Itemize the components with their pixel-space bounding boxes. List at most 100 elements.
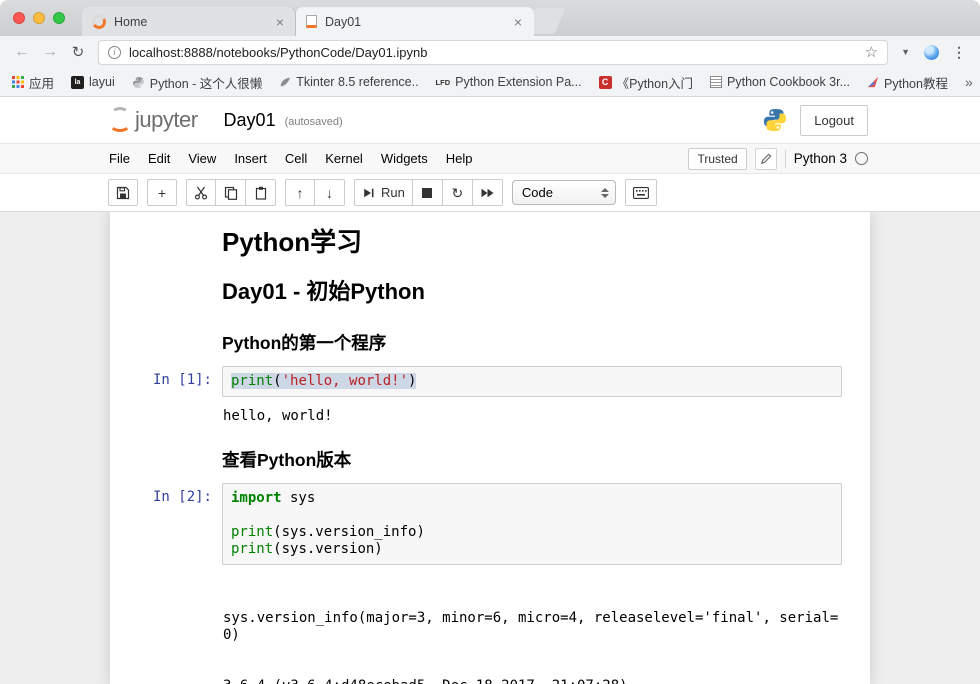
notebook-area: Python学习 Day01 - 初始Python Python的第一个程序 I… (0, 211, 980, 684)
menu-view[interactable]: View (179, 151, 225, 166)
browser-menu-icon[interactable]: ⋮ (948, 44, 970, 61)
menu-insert[interactable]: Insert (225, 151, 276, 166)
divider (785, 150, 786, 168)
fast-forward-icon (480, 187, 495, 199)
jupyter-logo-icon[interactable] (108, 107, 132, 133)
tab-strip: Home × Day01 × (0, 0, 980, 36)
empty-prompt (110, 317, 222, 356)
red-c-icon: C (599, 76, 612, 89)
bookmark-python-extension[interactable]: LFD Python Extension Pa... (436, 75, 582, 89)
menu-edit[interactable]: Edit (139, 151, 179, 166)
bookmarks-overflow-chevron[interactable]: » (965, 74, 973, 90)
markdown-cell[interactable]: Python的第一个程序 (110, 312, 870, 361)
copy-button[interactable] (216, 179, 246, 206)
back-button[interactable]: ← (10, 43, 34, 61)
browser-window: Home × Day01 × ← → ↻ i ☆ ▼ ⋮ 应用 (0, 0, 980, 684)
output-line: hello, world! (223, 408, 842, 425)
restart-kernel-button[interactable]: ↻ (443, 179, 473, 206)
empty-prompt (110, 221, 222, 259)
insert-cell-button[interactable]: + (147, 179, 177, 206)
bookmark-python-blog[interactable]: Python - 这个人很懒 (132, 73, 263, 92)
menu-widgets[interactable]: Widgets (372, 151, 437, 166)
extension-globe-icon[interactable] (924, 45, 939, 60)
command-palette-button[interactable] (625, 179, 657, 206)
bookmark-label: layui (89, 75, 115, 89)
input-prompt: In [2]: (110, 483, 222, 565)
arrow-down-icon: ↓ (326, 186, 333, 200)
page-info-icon[interactable]: i (108, 46, 121, 59)
notebook-title[interactable]: Day01 (224, 110, 276, 131)
code-cell-2[interactable]: In [2]: import sys print(sys.version_inf… (110, 478, 870, 570)
apps-grid-icon (12, 76, 24, 88)
url-input[interactable] (129, 45, 857, 60)
bookmark-python-intro[interactable]: C 《Python入门 (599, 73, 693, 92)
downloads-dropdown-icon[interactable]: ▼ (896, 47, 915, 57)
close-button[interactable] (13, 12, 25, 24)
notebook-favicon-icon (306, 15, 317, 28)
book-icon (710, 76, 722, 88)
address-bar[interactable]: i ☆ (98, 40, 888, 65)
empty-prompt (110, 269, 222, 307)
jupyter-logo-text[interactable]: jupyter (135, 107, 198, 133)
tab-day01[interactable]: Day01 × (296, 7, 534, 36)
input-prompt: In [1]: (110, 366, 222, 397)
bookmark-tkinter[interactable]: Tkinter 8.5 reference.. (279, 75, 418, 89)
heading-1: Python学习 (222, 227, 842, 257)
markdown-cell[interactable]: Python学习 (110, 216, 870, 264)
trusted-button[interactable]: Trusted (688, 148, 746, 170)
tab-close-icon[interactable]: × (274, 15, 286, 29)
window-controls (13, 12, 65, 24)
output-line: 3.6.4 (v3.6.4:d48ecebad5, Dec 18 2017, 2… (223, 678, 842, 684)
markdown-cell[interactable]: Day01 - 初始Python (110, 264, 870, 312)
menu-cell[interactable]: Cell (276, 151, 316, 166)
move-down-button[interactable]: ↓ (315, 179, 345, 206)
jupyter-favicon-icon (90, 13, 107, 30)
save-button[interactable] (108, 179, 138, 206)
bookmark-python-tutorial[interactable]: Python教程 (867, 73, 948, 92)
bookmark-label: Python - 这个人很懒 (150, 73, 263, 92)
bookmark-layui[interactable]: la layui (71, 75, 115, 89)
clipboard-icon (254, 186, 268, 200)
stop-icon (422, 188, 432, 198)
stop-button[interactable] (413, 179, 443, 206)
move-up-button[interactable]: ↑ (285, 179, 315, 206)
restart-run-all-button[interactable] (473, 179, 503, 206)
bookmark-star-icon[interactable]: ☆ (865, 43, 878, 61)
checkpoint-status: (autosaved) (285, 116, 343, 128)
bookmark-python-cookbook[interactable]: Python Cookbook 3r... (710, 75, 850, 89)
menu-kernel[interactable]: Kernel (316, 151, 372, 166)
bookmark-label: Python Extension Pa... (455, 75, 581, 89)
menu-help[interactable]: Help (437, 151, 482, 166)
logout-button[interactable]: Logout (800, 105, 868, 136)
paste-button[interactable] (246, 179, 276, 206)
output-cell-1: hello, world! (110, 402, 870, 429)
bookmark-label: Python Cookbook 3r... (727, 75, 850, 89)
tab-close-icon[interactable]: × (512, 15, 524, 29)
scissors-icon (194, 186, 208, 200)
minimize-button[interactable] (33, 12, 45, 24)
browser-toolbar: ← → ↻ i ☆ ▼ ⋮ (0, 36, 980, 68)
empty-prompt (110, 434, 222, 473)
forward-button[interactable]: → (38, 43, 62, 61)
code-input[interactable]: import sys print(sys.version_info)print(… (222, 483, 842, 565)
heading-3: Python的第一个程序 (222, 332, 842, 354)
bookmark-apps[interactable]: 应用 (12, 73, 54, 92)
markdown-cell[interactable]: 查看Python版本 (110, 429, 870, 478)
cut-button[interactable] (186, 179, 216, 206)
code-cell-1[interactable]: In [1]: print('hello, world!') (110, 361, 870, 402)
menu-file[interactable]: File (100, 151, 139, 166)
zoom-button[interactable] (53, 12, 65, 24)
empty-prompt (110, 402, 222, 427)
run-label: Run (381, 185, 405, 200)
tab-home[interactable]: Home × (82, 7, 296, 36)
python-gray-icon (132, 76, 145, 89)
reload-button[interactable]: ↻ (66, 43, 90, 61)
arrow-up-icon: ↑ (297, 186, 304, 200)
cell-type-select[interactable]: Code (512, 180, 616, 205)
python-logo-icon (762, 107, 788, 133)
quill-icon (867, 76, 879, 88)
output-cell-2: sys.version_info(major=3, minor=6, micro… (110, 570, 870, 684)
code-input[interactable]: print('hello, world!') (222, 366, 842, 397)
restart-icon: ↻ (451, 186, 463, 200)
run-button[interactable]: Run (354, 179, 413, 206)
